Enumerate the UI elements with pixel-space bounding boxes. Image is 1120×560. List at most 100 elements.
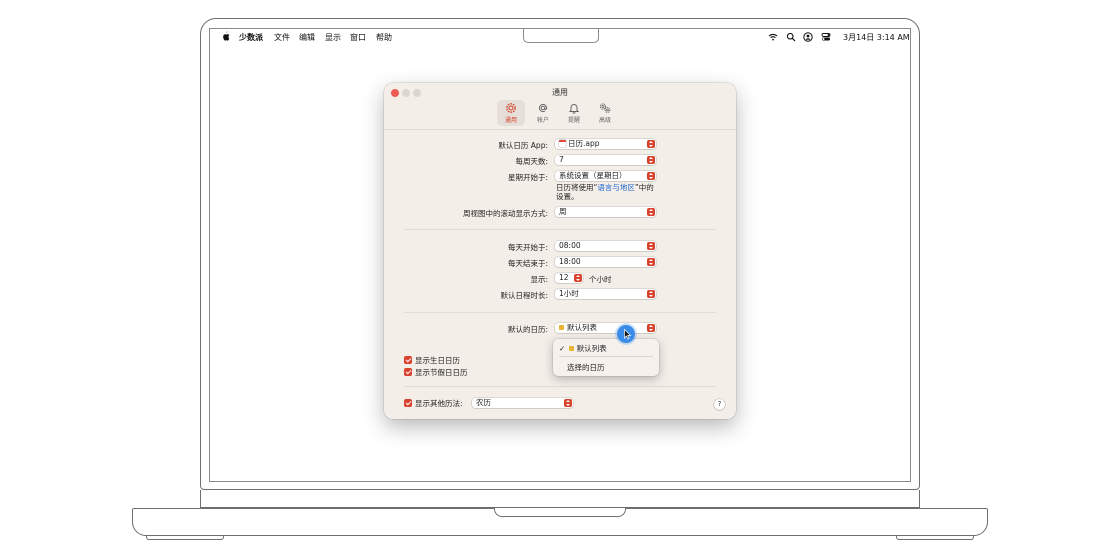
tab-alerts[interactable]: 提醒 <box>560 100 588 126</box>
stepper-icon <box>647 156 655 164</box>
days-per-week-value: 7 <box>559 155 564 164</box>
show-holidays-label: 显示节假日日历 <box>415 368 468 377</box>
calendar-app-icon <box>559 140 566 147</box>
menu-item-choose-calendar[interactable]: 选择的日历 <box>567 362 605 373</box>
menu-window[interactable]: 窗口 <box>350 32 366 43</box>
day-ends-label: 每天结束于: <box>507 259 548 268</box>
menu-view[interactable]: 显示 <box>325 32 341 43</box>
tab-advanced[interactable]: 高级 <box>591 100 619 126</box>
stepper-icon <box>647 208 655 216</box>
checkmark-icon: ✓ <box>559 344 566 353</box>
week-starts-label: 星期开始于: <box>507 173 548 182</box>
camera-notch <box>523 29 599 43</box>
alt-calendar-popup[interactable]: 农历 <box>472 398 573 408</box>
menu-divider <box>559 356 653 357</box>
week-starts-popup[interactable]: 系统设置（星期日） <box>555 171 656 181</box>
menu-item-default-list[interactable]: ✓ 默认列表 <box>559 343 607 354</box>
tab-advanced-label: 高级 <box>598 117 611 124</box>
alt-calendar-value: 农历 <box>476 398 491 407</box>
user-icon[interactable] <box>803 32 813 42</box>
menubar-clock[interactable]: 3月14日 3:14 AM <box>843 32 910 43</box>
alt-calendar-label: 显示其他历法: <box>415 399 463 408</box>
menu-edit[interactable]: 编辑 <box>299 32 315 43</box>
menu-item-default-list-label: 默认列表 <box>576 344 607 353</box>
default-duration-value: 1小时 <box>559 289 579 298</box>
apple-icon[interactable] <box>222 31 230 43</box>
laptop-foot-right <box>896 536 974 540</box>
default-calendar-menu: ✓ 默认列表 选择的日历 <box>553 339 659 376</box>
tab-accounts[interactable]: 帐户 <box>529 100 557 126</box>
tab-general[interactable]: 通用 <box>497 100 525 126</box>
help-button[interactable]: ? <box>714 399 725 410</box>
menu-item-choose-calendar-label: 选择的日历 <box>567 363 605 372</box>
at-icon <box>529 102 557 114</box>
scroll-by-popup[interactable]: 周 <box>555 207 656 217</box>
show-birthdays-label: 显示生日日历 <box>415 356 460 365</box>
menu-file[interactable]: 文件 <box>274 32 290 43</box>
default-app-label: 默认日历 App: <box>498 141 548 150</box>
menu-app-name[interactable]: 少数派 <box>239 32 263 43</box>
alt-calendar-checkbox[interactable] <box>404 399 412 407</box>
language-region-link[interactable]: 语言与地区 <box>597 183 635 192</box>
default-app-value: 日历.app <box>568 139 600 148</box>
bell-icon <box>560 102 588 114</box>
laptop-trackpad-notch <box>494 508 626 517</box>
day-ends-value: 18:00 <box>559 257 581 266</box>
window-title: 通用 <box>552 88 568 97</box>
default-calendar-label: 默认的日历: <box>507 325 548 334</box>
stepper-icon <box>647 242 655 250</box>
section-divider <box>404 312 716 313</box>
gears-icon <box>591 102 619 114</box>
tab-general-label: 通用 <box>504 117 517 124</box>
day-starts-value: 08:00 <box>559 241 581 250</box>
tab-accounts-label: 帐户 <box>536 117 549 124</box>
tab-alerts-label: 提醒 <box>567 117 580 124</box>
toolbar-divider <box>384 129 736 130</box>
show-hours-label: 显示: <box>530 275 548 284</box>
days-per-week-label: 每周天数: <box>515 157 548 166</box>
calendar-color-swatch <box>568 346 574 351</box>
default-calendar-value: 默认列表 <box>567 323 597 332</box>
day-starts-label: 每天开始于: <box>507 243 548 252</box>
hint-line2: 设置。 <box>556 192 579 201</box>
stepper-icon <box>647 172 655 180</box>
cursor-highlight <box>617 325 635 343</box>
stepper-icon <box>647 140 655 148</box>
preferences-window: 通用 通用 帐户 提醒 高级 默认日历 App: 日历.app 每周天数: 7 … <box>384 83 736 419</box>
hint-prefix: 日历将使用“ <box>556 183 598 192</box>
week-starts-hint: 日历将使用“语言与地区”中的 设置。 <box>556 183 654 201</box>
calendar-color-swatch <box>559 325 564 330</box>
days-per-week-popup[interactable]: 7 <box>555 155 656 165</box>
day-starts-popup[interactable]: 08:00 <box>555 241 656 251</box>
scroll-by-label: 周视图中的滚动显示方式: <box>462 209 548 218</box>
laptop-foot-left <box>146 536 224 540</box>
default-calendar-popup[interactable]: 默认列表 <box>555 323 656 333</box>
show-birthdays-checkbox[interactable] <box>404 356 412 364</box>
wifi-icon[interactable] <box>768 32 778 42</box>
laptop-hinge <box>200 490 920 508</box>
cursor-icon <box>624 328 632 340</box>
section-divider <box>404 229 716 230</box>
stepper-icon <box>647 324 655 332</box>
section-divider <box>404 386 716 387</box>
control-center-icon[interactable] <box>821 32 831 42</box>
week-starts-value: 系统设置（星期日） <box>559 171 627 180</box>
gear-icon <box>497 102 525 114</box>
day-ends-popup[interactable]: 18:00 <box>555 257 656 267</box>
default-app-popup[interactable]: 日历.app <box>555 139 656 149</box>
search-icon[interactable] <box>786 32 796 42</box>
show-holidays-checkbox[interactable] <box>404 368 412 376</box>
hint-suffix: ”中的 <box>634 183 654 192</box>
stepper-icon <box>574 274 582 282</box>
menubar: 少数派 文件 编辑 显示 窗口 帮助 3月14日 3:14 AM <box>210 29 910 45</box>
menu-help[interactable]: 帮助 <box>376 32 392 43</box>
scroll-by-value: 周 <box>559 207 567 216</box>
show-hours-popup[interactable]: 12 <box>555 273 583 283</box>
screen: 少数派 文件 编辑 显示 窗口 帮助 3月14日 3:14 AM 通用 通用 帐… <box>209 28 911 482</box>
stepper-icon <box>647 258 655 266</box>
show-hours-value: 12 <box>559 273 569 282</box>
default-duration-popup[interactable]: 1小时 <box>555 289 656 299</box>
default-duration-label: 默认日程时长: <box>500 291 548 300</box>
show-hours-unit: 个小时 <box>589 275 612 284</box>
stepper-icon <box>564 399 572 407</box>
